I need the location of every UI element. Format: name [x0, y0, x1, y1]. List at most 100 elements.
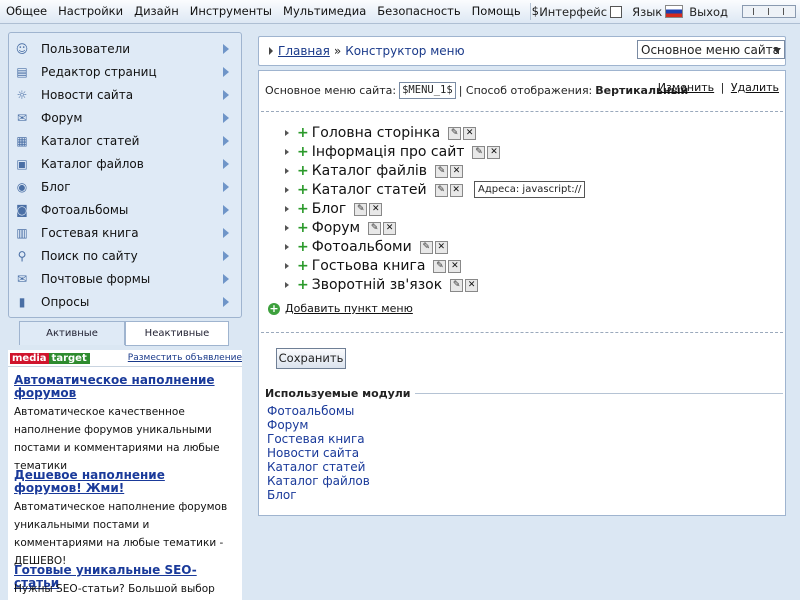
tab-active[interactable]: Активные [19, 321, 125, 345]
top-menu-item[interactable]: Дизайн [134, 4, 179, 18]
menu-actions: Изменить | Удалить [658, 81, 779, 94]
top-menu-item[interactable]: Мультимедиа [283, 4, 366, 18]
expand-arrow-icon[interactable] [285, 244, 289, 250]
add-subitem-icon[interactable]: + [297, 182, 309, 198]
delete-icon[interactable]: ✕ [369, 202, 383, 216]
guestbook-icon: ▥ [16, 226, 28, 240]
sidebar-item[interactable]: ◙ Фотоальбомы [15, 199, 235, 221]
menu-tree-item[interactable]: + Зворотній зв'язок ✎ ✕ [285, 276, 479, 294]
tab-inactive[interactable]: Неактивные [125, 321, 229, 346]
sidebar-item[interactable]: ▦ Каталог статей [15, 130, 235, 152]
add-subitem-icon[interactable]: + [297, 201, 309, 217]
sidebar-item[interactable]: ⚲ Поиск по сайту [15, 245, 235, 267]
module-link[interactable]: Фотоальбомы [267, 404, 354, 418]
menu-tree-item[interactable]: + Інформація про сайт ✎ ✕ [285, 143, 501, 161]
mediatarget-logo[interactable]: media target [10, 353, 90, 364]
save-button[interactable]: Сохранить [276, 348, 346, 369]
sidebar-item[interactable]: ▣ Каталог файлов [15, 153, 235, 175]
interface-checkbox[interactable] [610, 5, 623, 18]
russian-flag-icon[interactable] [665, 5, 684, 18]
sidebar-item-label: Фотоальбомы [41, 203, 129, 217]
expand-arrow-icon[interactable] [285, 168, 289, 174]
edit-icon[interactable]: ✎ [448, 126, 462, 140]
menu-code-field[interactable]: $MENU_1$ [399, 82, 456, 99]
add-subitem-icon[interactable]: + [297, 220, 309, 236]
logout-link[interactable]: Выход [689, 5, 728, 19]
module-link[interactable]: Гостевая книга [267, 432, 365, 446]
add-subitem-icon[interactable]: + [297, 144, 309, 160]
poll-icon: ▮ [18, 295, 26, 309]
delete-icon[interactable]: ✕ [465, 278, 479, 292]
add-subitem-icon[interactable]: + [297, 163, 309, 179]
sidebar-item[interactable]: ☼ Новости сайта [15, 84, 235, 106]
module-link[interactable]: Новости сайта [267, 446, 359, 460]
add-subitem-icon[interactable]: + [297, 239, 309, 255]
expand-arrow-icon[interactable] [285, 206, 289, 212]
expand-arrow-icon[interactable] [285, 149, 289, 155]
chevron-right-icon [223, 274, 229, 284]
sidebar-item[interactable]: ▤ Редактор страниц [15, 61, 235, 83]
delete-icon[interactable]: ✕ [434, 240, 448, 254]
sidebar-item[interactable]: ▥ Гостевая книга [15, 222, 235, 244]
top-menu-item[interactable]: Общее [6, 4, 47, 18]
edit-icon[interactable]: ✎ [433, 259, 447, 273]
delete-icon[interactable]: ✕ [383, 221, 397, 235]
top-menu-item[interactable]: Настройки [58, 4, 123, 18]
module-link[interactable]: Каталог статей [267, 460, 365, 474]
place-ad-link[interactable]: Разместить объявление [128, 353, 242, 363]
delete-link[interactable]: Удалить [731, 81, 779, 94]
edit-link[interactable]: Изменить [658, 81, 714, 94]
add-subitem-icon[interactable]: + [297, 125, 309, 141]
menu-tree-item[interactable]: + Головна сторінка ✎ ✕ [285, 124, 477, 142]
delete-icon[interactable]: ✕ [450, 164, 464, 178]
width-slider[interactable] [742, 5, 796, 18]
expand-arrow-icon[interactable] [285, 225, 289, 231]
divider [261, 111, 783, 112]
expand-arrow-icon[interactable] [285, 130, 289, 136]
edit-icon[interactable]: ✎ [354, 202, 368, 216]
expand-arrow-icon[interactable] [285, 187, 289, 193]
expand-arrow-icon[interactable] [285, 282, 289, 288]
edit-icon[interactable]: ✎ [368, 221, 382, 235]
menu-tree-item[interactable]: + Фотоальбоми ✎ ✕ [285, 238, 448, 256]
top-menu-item[interactable]: Безопасность [377, 4, 460, 18]
module-link[interactable]: Блог [267, 488, 297, 502]
add-subitem-icon[interactable]: + [297, 277, 309, 293]
divider [261, 332, 783, 333]
chevron-right-icon [223, 113, 229, 123]
delete-icon[interactable]: ✕ [487, 145, 501, 159]
add-subitem-icon[interactable]: + [297, 258, 309, 274]
breadcrumb-current: Конструктор меню [345, 44, 465, 58]
sidebar-item[interactable]: ✉ Форум [15, 107, 235, 129]
module-link[interactable]: Каталог файлов [267, 474, 370, 488]
sidebar-item[interactable]: ◉ Блог [15, 176, 235, 198]
menu-tree-item[interactable]: + Блог ✎ ✕ [285, 200, 383, 218]
top-menu-item[interactable]: Инструменты [190, 4, 272, 18]
delete-icon[interactable]: ✕ [463, 126, 477, 140]
ad-title[interactable]: Автоматическое наполнение форумов [14, 374, 236, 400]
top-menu-item[interactable]: Помощь [472, 4, 521, 18]
sidebar-item[interactable]: ☺ Пользователи [15, 38, 235, 60]
menu-tree-item[interactable]: + Гостьова книга ✎ ✕ [285, 257, 462, 275]
sidebar-item[interactable]: ▮ Опросы [15, 291, 235, 313]
separator [530, 3, 532, 20]
menu-tree-item[interactable]: + Каталог статей ✎ ✕ [285, 181, 463, 199]
edit-icon[interactable]: ✎ [435, 164, 449, 178]
delete-icon[interactable]: ✕ [448, 259, 462, 273]
edit-icon[interactable]: ✎ [434, 183, 448, 197]
expand-arrow-icon[interactable] [285, 263, 289, 269]
delete-icon[interactable]: ✕ [449, 183, 463, 197]
menu-tree-item[interactable]: + Каталог файлів ✎ ✕ [285, 162, 464, 180]
add-menu-item-link[interactable]: + Добавить пункт меню [268, 302, 413, 315]
edit-icon[interactable]: ✎ [450, 278, 464, 292]
edit-icon[interactable]: ✎ [419, 240, 433, 254]
ad-title[interactable]: Дешевое наполнение форумов! Жми! [14, 469, 236, 495]
breadcrumb-home-link[interactable]: Главная [278, 44, 330, 58]
menu-tree-item[interactable]: + Форум ✎ ✕ [285, 219, 397, 237]
sidebar-item[interactable]: ✉ Почтовые формы [15, 268, 235, 290]
menu-select[interactable]: Основное меню сайта [637, 40, 785, 59]
chevron-right-icon [223, 44, 229, 54]
edit-icon[interactable]: ✎ [472, 145, 486, 159]
module-link[interactable]: Форум [267, 418, 308, 432]
display-label: | Способ отображения: [458, 84, 593, 97]
